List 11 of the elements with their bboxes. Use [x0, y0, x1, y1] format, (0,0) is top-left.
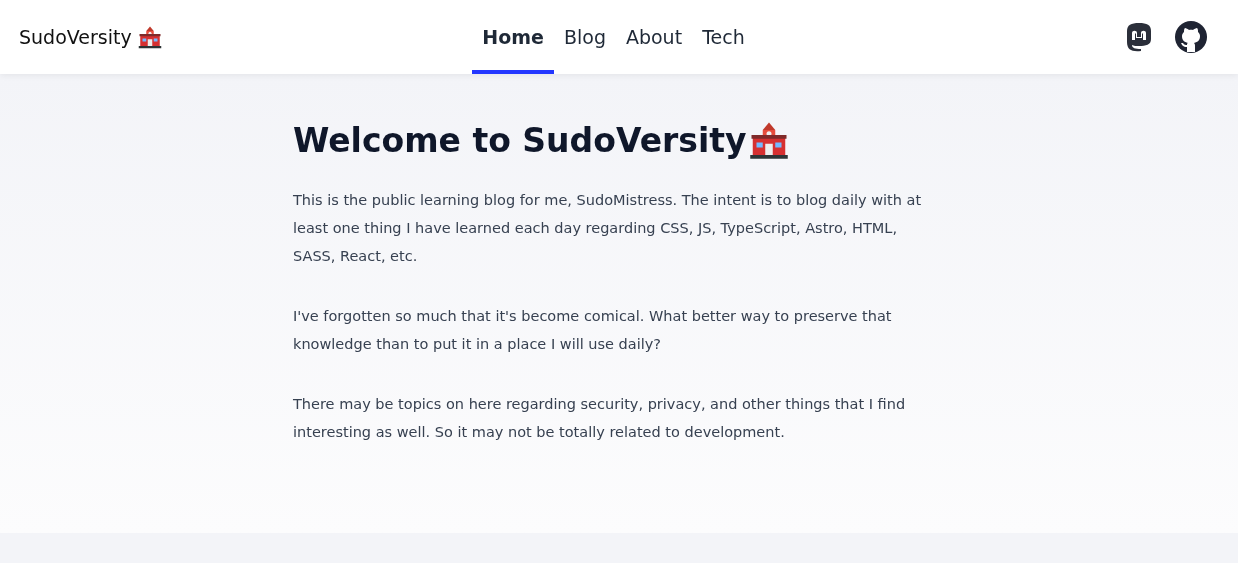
school-icon: [137, 25, 162, 49]
nav-tab[interactable]: Blog: [553, 0, 616, 74]
paragraph: I've forgotten so much that it's become comical. What better way to preserve that knowledge than to put it in a place I will use daily?: [293, 307, 893, 354]
site-title[interactable]: SudoVersity: [19, 26, 132, 48]
paragraph: This is the public learning blog for me, SudoMistress. The intent is to blog daily with at least one thing I have learned each day regarding CSS, JS, TypeScript, Astro, HTML, SASS, React, etc.: [293, 191, 923, 266]
school-icon: [748, 120, 789, 160]
nav-tab[interactable]: Tech: [692, 0, 755, 74]
github-icon[interactable]: [1174, 20, 1208, 54]
page-heading: Welcome to SudoVersity: [293, 120, 747, 160]
nav-tab[interactable]: About: [615, 0, 693, 74]
paragraph: There may be topics on here regarding security, privacy, and other things that I find interesting as well. So it may not be totally related to development.: [293, 395, 907, 442]
